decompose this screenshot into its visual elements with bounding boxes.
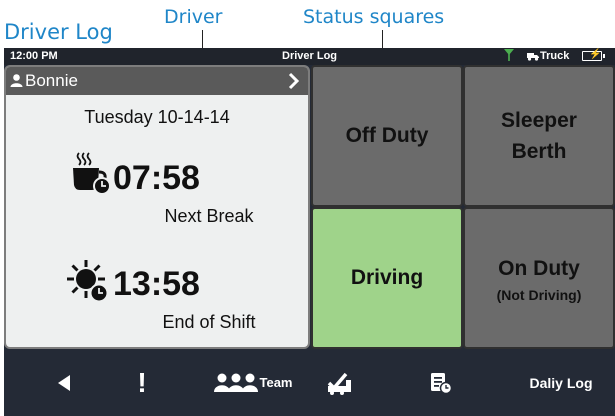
team-label: Team [259, 375, 293, 390]
device-screen: 12:00 PM Driver Log Truck ⚡ Bonnie Tuesd… [4, 48, 615, 416]
status-sublabel: (Not Driving) [496, 287, 582, 304]
next-break-label: Next Break [164, 206, 254, 226]
status-label: Driving [350, 266, 424, 290]
status-sleeper-berth-button[interactable]: Sleeper Berth [463, 65, 615, 207]
bottom-nav: ! Team Daliy Log [4, 349, 615, 416]
status-on-duty-button[interactable]: On Duty (Not Driving) [463, 207, 615, 349]
driver-header[interactable]: Bonnie [6, 67, 308, 95]
sun-clock-icon [67, 260, 109, 303]
vehicle-label: Truck [540, 50, 570, 62]
status-driving-button[interactable]: Driving [311, 207, 463, 349]
person-icon [10, 74, 23, 87]
log-sheet-icon [431, 372, 452, 394]
log-date: Tuesday 10-14-14 [84, 107, 230, 127]
daily-log-label: Daliy Log [529, 374, 593, 391]
end-of-shift-time: 13:58 [113, 265, 200, 303]
driver-panel: Bonnie Tuesday 10-14-14 07:58 Next Break [4, 65, 310, 349]
coffee-clock-icon [73, 152, 111, 195]
team-button[interactable]: Team [208, 349, 298, 416]
chevron-right-icon[interactable] [288, 72, 300, 90]
status-label: On Duty [498, 256, 580, 280]
annotation-driver-log: Driver Log [4, 20, 113, 44]
driver-name: Bonnie [25, 71, 78, 90]
inspection-button[interactable] [324, 349, 354, 416]
antenna-icon [504, 49, 514, 64]
back-arrow-icon [58, 374, 70, 391]
status-label: Sleeper Berth [501, 108, 577, 164]
log-sheet-button[interactable] [427, 349, 455, 416]
daily-log-button[interactable]: Daliy Log [516, 349, 606, 416]
battery-charging-icon: ⚡ [582, 49, 605, 61]
status-label: Off Duty [345, 124, 429, 148]
end-of-shift-label: End of Shift [162, 312, 256, 332]
team-icon [213, 373, 258, 392]
truck-icon [527, 53, 539, 61]
back-button[interactable] [49, 349, 79, 416]
alert-icon: ! [137, 366, 147, 398]
next-break-time: 07:58 [113, 159, 200, 197]
status-bar: 12:00 PM Driver Log Truck ⚡ [4, 48, 615, 65]
alert-button[interactable]: ! [132, 349, 152, 416]
annotation-status-squares: Status squares [303, 6, 445, 28]
status-off-duty-button[interactable]: Off Duty [311, 65, 463, 207]
annotation-driver: Driver [164, 6, 223, 28]
inspection-icon [327, 372, 351, 395]
screen-title: Driver Log [282, 50, 338, 62]
clock: 12:00 PM [10, 50, 58, 62]
vehicle-indicator: Truck [527, 50, 569, 62]
